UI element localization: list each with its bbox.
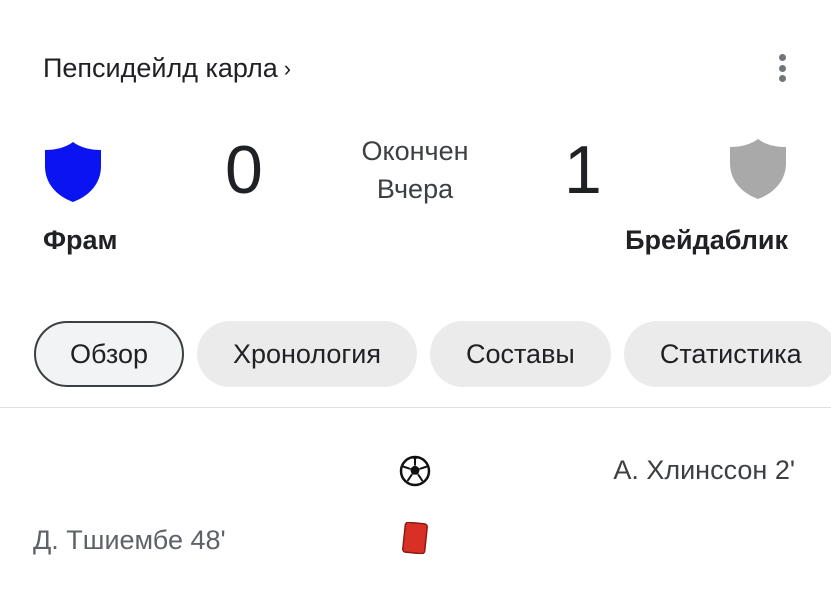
tab-statistics[interactable]: Статистика (623, 321, 831, 387)
home-team-score: 0 (225, 132, 263, 208)
match-date: Вчера (376, 174, 454, 204)
red-card-icon (402, 522, 428, 554)
match-status: Окончен (361, 136, 469, 166)
away-team-crest-icon[interactable] (728, 137, 788, 201)
red-card-event-text: Д. Тшиембе 48' (33, 525, 226, 555)
tab-overview[interactable]: Обзор (34, 321, 184, 387)
chevron-right-icon: › (283, 55, 292, 81)
tab-timeline[interactable]: Хронология (196, 321, 417, 387)
away-team-name[interactable]: Брейдаблик (625, 225, 788, 256)
league-link[interactable]: Пепсидейлд карла › (43, 53, 291, 84)
divider (0, 407, 831, 408)
goal-event-text: А. Хлинссон 2' (613, 455, 795, 485)
home-team-crest-icon[interactable] (43, 140, 103, 204)
more-options-button[interactable] (768, 50, 796, 86)
tab-lineups[interactable]: Составы (429, 321, 611, 387)
home-team-name[interactable]: Фрам (43, 225, 118, 256)
soccer-ball-icon (399, 455, 431, 487)
away-team-score: 1 (564, 132, 602, 208)
league-name: Пепсидейлд карла (43, 53, 278, 83)
tab-bar: Обзор Хронология Составы Статистика (34, 321, 831, 387)
more-vert-icon (778, 54, 786, 61)
